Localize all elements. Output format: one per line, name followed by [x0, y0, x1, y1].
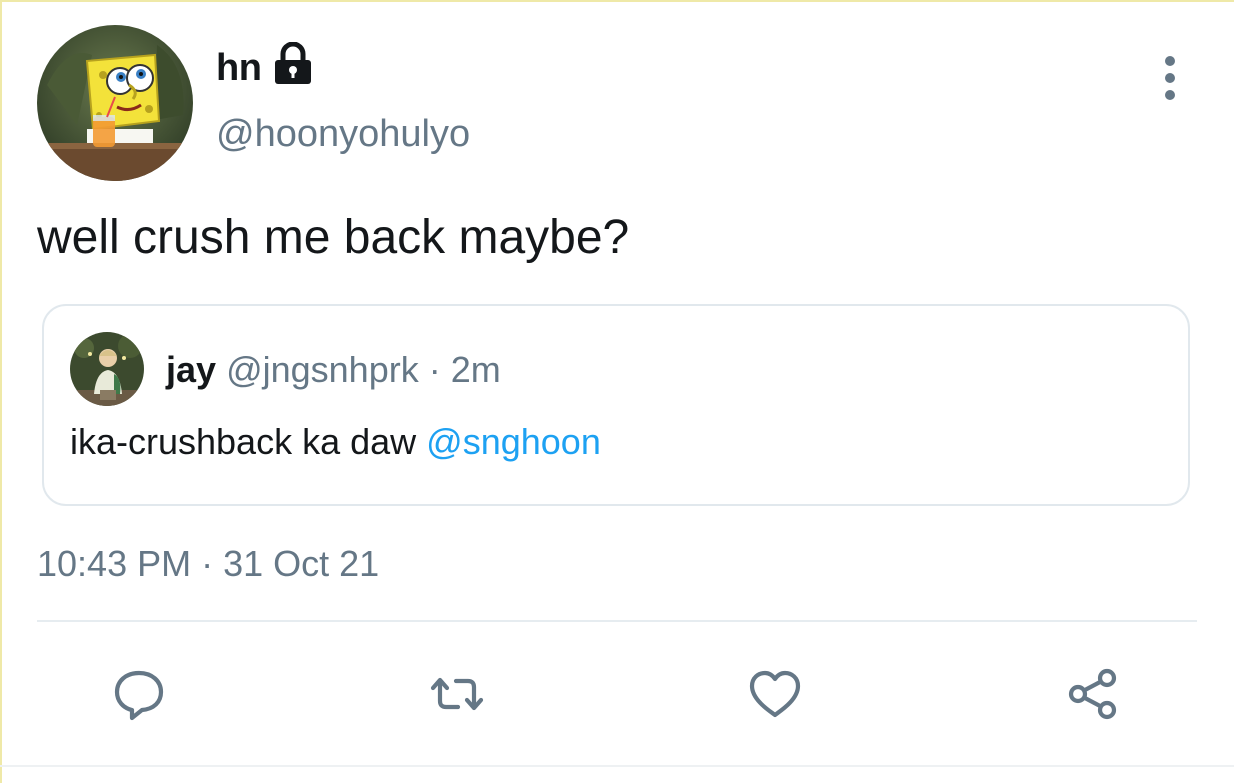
- quoted-author-avatar[interactable]: [70, 332, 144, 406]
- quoted-tweet[interactable]: jay @jngsnhprk · 2m ika-crushback ka daw…: [42, 304, 1190, 506]
- tweet-timestamp[interactable]: 10:43 PM · 31 Oct 21: [37, 538, 379, 590]
- more-dot: [1165, 73, 1175, 83]
- spongebob-avatar-image: [37, 25, 193, 181]
- like-button[interactable]: [745, 664, 805, 724]
- more-dot: [1165, 90, 1175, 100]
- quoted-display-name[interactable]: jay: [166, 349, 216, 390]
- share-button[interactable]: [1063, 664, 1123, 724]
- share-icon: [1068, 668, 1117, 720]
- reply-button[interactable]: [109, 664, 169, 724]
- quoted-mention-link[interactable]: @snghoon: [426, 421, 601, 462]
- more-dot: [1165, 56, 1175, 66]
- quoted-text: ika-crushback ka daw: [70, 421, 417, 462]
- quoted-time: 2m: [450, 349, 501, 390]
- divider: [0, 765, 1234, 767]
- more-options-icon[interactable]: [1150, 52, 1190, 104]
- person-avatar-image: [70, 332, 144, 406]
- author-handle[interactable]: @hoonyohulyo: [216, 106, 470, 162]
- lock-icon: [275, 42, 311, 84]
- tweet-text: well crush me back maybe?: [37, 211, 630, 264]
- quoted-separator: ·: [428, 349, 441, 390]
- retweet-icon: [430, 677, 484, 711]
- speech-bubble-icon: [114, 670, 164, 721]
- divider: [37, 620, 1197, 622]
- quoted-text-line: ika-crushback ka daw @snghoon: [70, 416, 601, 468]
- tweet: hn @hoonyohulyo well crush me back maybe…: [0, 0, 1234, 783]
- retweet-button[interactable]: [427, 664, 487, 724]
- quoted-handle[interactable]: @jngsnhprk: [226, 349, 419, 390]
- author-avatar[interactable]: [37, 25, 193, 181]
- author-display-name[interactable]: hn: [216, 40, 262, 96]
- heart-icon: [749, 670, 801, 718]
- quoted-meta: jay @jngsnhprk · 2m: [166, 346, 501, 394]
